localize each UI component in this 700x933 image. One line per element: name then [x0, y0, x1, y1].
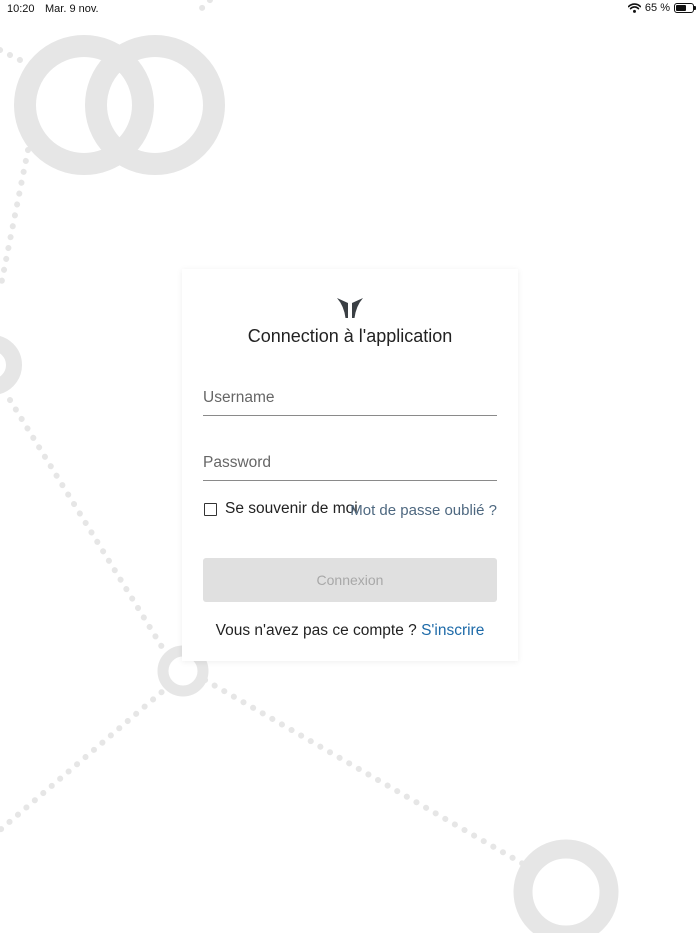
login-card: Connection à l'application Se souvenir d… [182, 269, 518, 661]
login-title: Connection à l'application [247, 326, 453, 346]
password-input[interactable] [203, 454, 497, 472]
remember-me-checkbox[interactable] [204, 503, 217, 516]
dotted-line [202, 677, 528, 868]
connexion-button[interactable]: Connexion [203, 558, 497, 602]
forgot-password-link[interactable]: Mot de passe oublié ? [347, 500, 497, 521]
username-input[interactable] [203, 389, 497, 407]
remember-me-label: Se souvenir de moi [225, 500, 358, 517]
decor-circle [85, 35, 225, 175]
dotted-line [0, 682, 173, 833]
dotted-line [7, 397, 173, 663]
battery-level [676, 5, 687, 11]
status-date: Mar. 9 nov. [45, 3, 99, 15]
signup-line: Vous n'avez pas ce compte ? S'inscrire [182, 622, 518, 640]
status-bar: 10:20 Mar. 9 nov. 65 % [0, 0, 700, 20]
status-indicators: 65 % [627, 2, 696, 14]
password-field [203, 440, 497, 481]
signup-link[interactable]: S'inscrire [421, 622, 484, 639]
status-time: 10:20 [7, 3, 35, 15]
battery-icon [674, 3, 696, 13]
wifi-icon [627, 3, 641, 13]
signup-prompt: Vous n'avez pas ce compte ? [215, 622, 417, 639]
dotted-line [0, 47, 23, 63]
decor-circle [0, 336, 22, 394]
decor-circle [513, 839, 619, 933]
dotted-line [0, 147, 31, 293]
battery-percent: 65 % [644, 2, 670, 14]
username-field [203, 375, 497, 416]
app-logo-icon [337, 298, 363, 318]
